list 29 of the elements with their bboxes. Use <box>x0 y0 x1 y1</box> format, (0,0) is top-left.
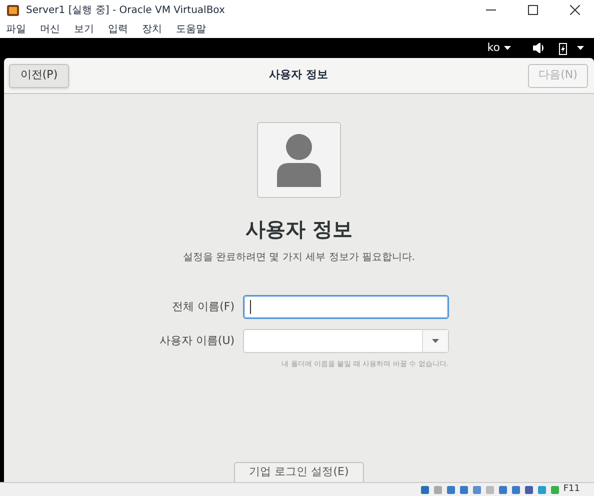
back-button[interactable]: 이전(P) <box>9 64 69 88</box>
maximize-icon[interactable] <box>528 5 538 15</box>
text-cursor <box>250 300 251 314</box>
host-key-label: F11 <box>563 482 580 496</box>
menu-item[interactable]: 장치 <box>142 22 162 36</box>
user-silhouette-icon <box>275 133 323 187</box>
header-title: 사용자 정보 <box>268 67 329 84</box>
page-subtitle: 설정을 완료하려면 몇 가지 세부 정보가 필요합니다. <box>182 251 416 265</box>
username-combo-field[interactable] <box>242 329 449 353</box>
caret-icon[interactable] <box>504 46 511 50</box>
avatar-button[interactable] <box>257 122 341 198</box>
language-indicator[interactable]: ko <box>487 40 500 56</box>
caret-icon[interactable] <box>577 46 584 50</box>
field-label: 사용자 이름(U) <box>159 332 235 349</box>
enterprise-login-button[interactable]: 기업 로그인 설정(E) <box>234 462 364 482</box>
menu-item[interactable]: 파일 <box>6 22 26 36</box>
window-title: Server1 [실행 중] - Oracle VM VirtualBox <box>26 4 225 18</box>
close-icon[interactable] <box>570 5 580 15</box>
menu-item[interactable]: 머신 <box>40 22 60 36</box>
menu-item[interactable]: 도움말 <box>176 22 206 36</box>
menu-item[interactable]: 보기 <box>74 22 94 36</box>
battery-icon[interactable] <box>559 42 567 54</box>
field-label: 전체 이름(F) <box>171 298 235 315</box>
volume-icon[interactable] <box>533 43 545 53</box>
page-heading: 사용자 정보 <box>246 216 352 243</box>
app-icon <box>6 3 20 17</box>
dropdown-caret-icon[interactable] <box>432 339 439 343</box>
full-name-field[interactable] <box>242 295 449 319</box>
menu-item[interactable]: 입력 <box>108 22 128 36</box>
